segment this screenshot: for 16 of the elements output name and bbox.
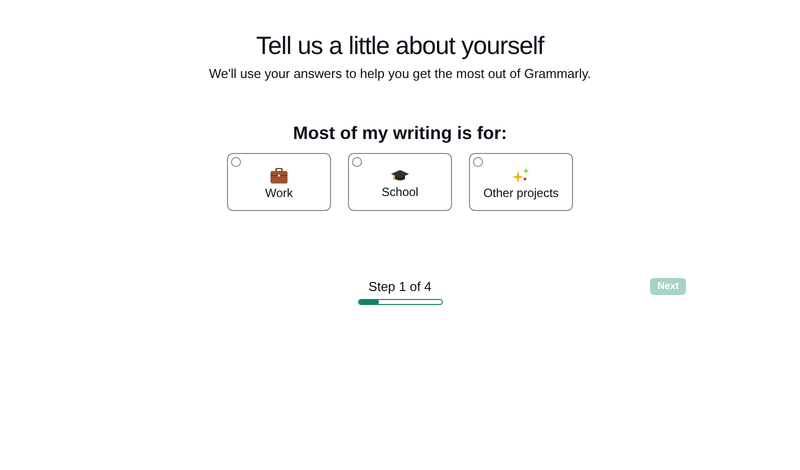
page-subtitle: We'll use your answers to help you get the most out of Grammarly. [208, 65, 592, 83]
option-label: Work [265, 184, 293, 200]
radio-button[interactable] [352, 157, 362, 167]
option-card[interactable]: School [348, 153, 452, 211]
graduation-cap-icon [391, 168, 409, 182]
page-title: Tell us a little about yourself [256, 31, 544, 62]
option-label: Other projects [483, 184, 559, 200]
option-card[interactable]: Work [227, 153, 331, 211]
question-heading: Most of my writing is for: [293, 122, 507, 145]
briefcase-icon [270, 168, 288, 184]
option-label: School [382, 184, 418, 200]
option-card[interactable]: Other projects [469, 153, 573, 211]
step-label: Step 1 of 4 [368, 278, 432, 296]
radio-button[interactable] [473, 157, 483, 167]
radio-button[interactable] [231, 157, 241, 167]
sparkles-icon [512, 168, 530, 184]
